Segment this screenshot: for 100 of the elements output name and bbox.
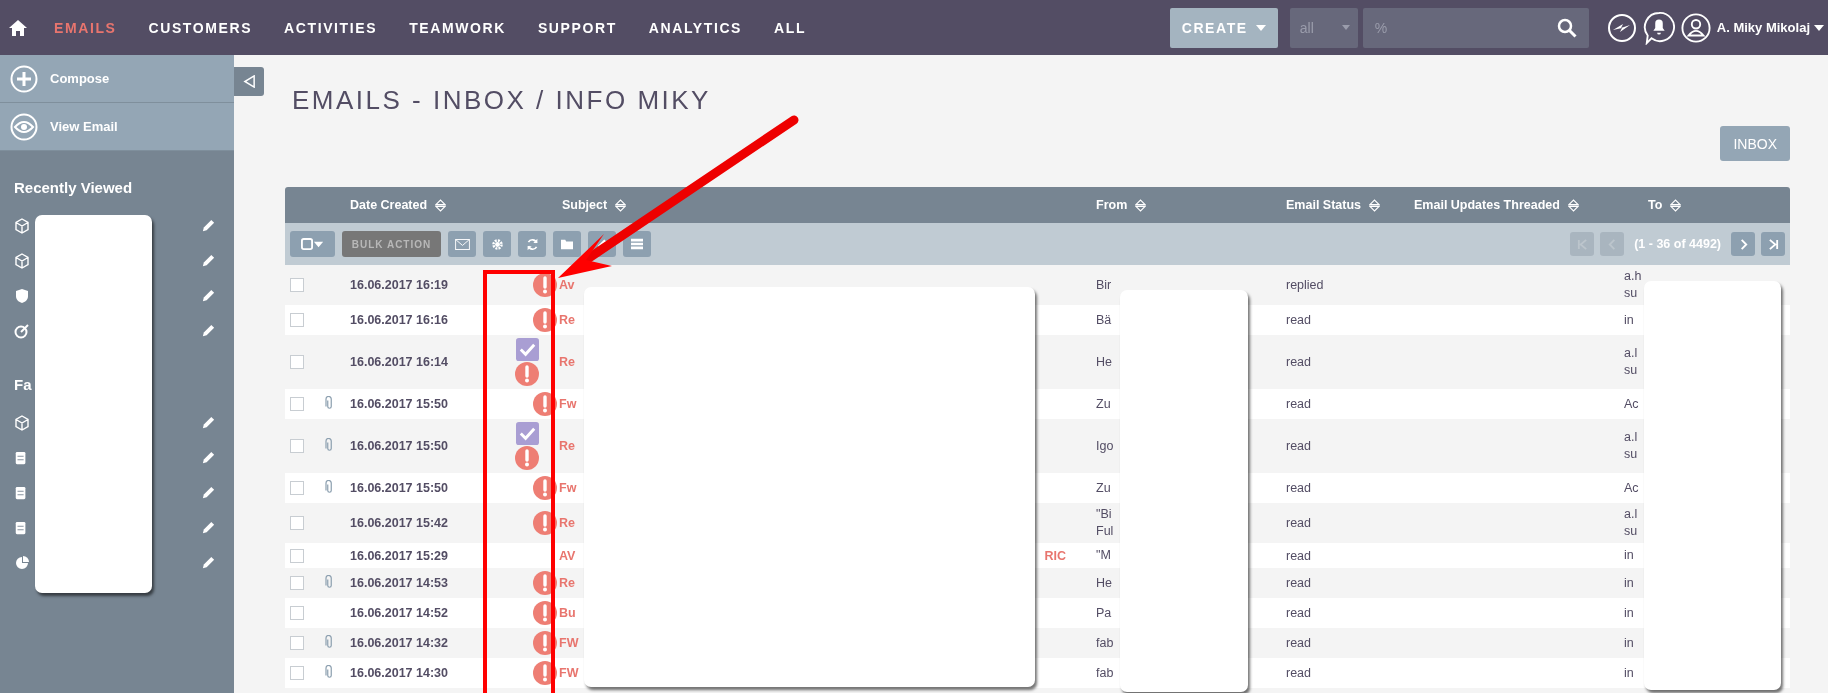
- pencil-icon[interactable]: [201, 415, 216, 430]
- nav-tab[interactable]: SUPPORT: [521, 19, 633, 36]
- refresh-button[interactable]: [518, 231, 546, 257]
- row-checkbox[interactable]: [290, 355, 304, 369]
- last-page-button[interactable]: [1761, 232, 1785, 256]
- pencil-icon[interactable]: [201, 555, 216, 570]
- nav-tab[interactable]: TEAMWORK: [393, 19, 522, 36]
- row-checkbox[interactable]: [290, 666, 304, 680]
- table-cell-text: in: [1624, 664, 1635, 682]
- subject-link[interactable]: Av: [559, 278, 575, 292]
- nav-tab[interactable]: ANALYTICS: [632, 19, 759, 36]
- document-icon: [14, 484, 28, 501]
- select-all-dropdown[interactable]: [290, 231, 335, 257]
- table-cell-text: in: [1624, 574, 1635, 592]
- row-checkbox[interactable]: [290, 576, 304, 590]
- table-cell-text: Bir: [1096, 276, 1113, 294]
- last-page-icon: [1767, 238, 1779, 250]
- nav-tab[interactable]: EMAILS: [38, 19, 133, 36]
- subject-link[interactable]: Re: [559, 439, 575, 453]
- table-cell-text: read: [1286, 606, 1313, 620]
- subject-link[interactable]: AV: [559, 548, 576, 563]
- table-cell-text: He: [1096, 353, 1113, 371]
- inbox-button[interactable]: INBOX: [1720, 126, 1790, 161]
- sort-icon[interactable]: [1567, 198, 1579, 212]
- sort-icon[interactable]: [1369, 198, 1381, 212]
- collapse-sidebar-button[interactable]: [234, 67, 264, 96]
- subject-link[interactable]: Re: [559, 516, 575, 530]
- search-field[interactable]: %: [1362, 7, 1589, 48]
- subject-link[interactable]: Re: [559, 355, 575, 369]
- pencil-icon[interactable]: [201, 218, 216, 233]
- sort-icon[interactable]: [435, 198, 447, 212]
- pencil-icon[interactable]: [201, 323, 216, 338]
- table-cell-text: read: [1286, 516, 1313, 530]
- table-cell-text: Ac: [1624, 395, 1640, 413]
- table-cell-text: Zu: [1096, 479, 1112, 497]
- folder-button[interactable]: [553, 231, 581, 257]
- subject-link[interactable]: Fw: [559, 481, 577, 495]
- pencil-icon[interactable]: [201, 450, 216, 465]
- column-header[interactable]: Email Status: [1286, 198, 1362, 212]
- column-header[interactable]: Subject: [562, 198, 608, 212]
- table-cell-text: in: [1624, 604, 1635, 622]
- create-button[interactable]: CREATE: [1169, 7, 1278, 48]
- column-header[interactable]: Email Updates Threaded: [1414, 198, 1560, 212]
- nav-tab[interactable]: CUSTOMERS: [132, 19, 269, 36]
- sort-icon[interactable]: [1135, 198, 1147, 212]
- row-checkbox[interactable]: [290, 606, 304, 620]
- sort-icon[interactable]: [1670, 198, 1682, 212]
- column-header[interactable]: To: [1648, 198, 1663, 212]
- pencil-icon[interactable]: [201, 485, 216, 500]
- folder-icon: [560, 238, 574, 250]
- nav-tab[interactable]: ACTIVITIES: [268, 19, 394, 36]
- table-cell-text: "Bi Ful: [1096, 506, 1115, 540]
- envelope-icon: [454, 238, 470, 250]
- bulk-action-button[interactable]: BULK ACTION: [342, 231, 441, 257]
- subject-link[interactable]: Re: [559, 576, 575, 590]
- pencil-icon[interactable]: [201, 288, 216, 303]
- row-checkbox[interactable]: [290, 516, 304, 530]
- envelope-button[interactable]: [448, 231, 476, 257]
- search-icon[interactable]: [1556, 17, 1577, 38]
- table-cell-text: read: [1286, 576, 1313, 590]
- pencil-icon[interactable]: [201, 520, 216, 535]
- table-cell-text: 16.06.2017 15:42: [350, 516, 449, 530]
- subject-link[interactable]: FW: [559, 666, 579, 680]
- columns-button[interactable]: [623, 231, 651, 257]
- row-checkbox[interactable]: [290, 548, 304, 563]
- row-checkbox[interactable]: [290, 278, 304, 292]
- lightning-icon[interactable]: [1606, 12, 1637, 43]
- row-checkbox[interactable]: [290, 397, 304, 411]
- sidebar-action[interactable]: Compose: [0, 55, 234, 103]
- cube-icon: [14, 414, 30, 431]
- subject-link[interactable]: RIC: [1044, 548, 1066, 563]
- row-checkbox[interactable]: [290, 636, 304, 650]
- sidebar-action[interactable]: View Email: [0, 103, 234, 151]
- subject-link[interactable]: Fw: [559, 397, 577, 411]
- column-header[interactable]: From: [1096, 198, 1128, 212]
- page-title: EMAILS - INBOX / INFO MIKY: [292, 85, 712, 116]
- subject-link[interactable]: Bu: [559, 606, 576, 620]
- table-cell-text: 16.06.2017 14:52: [350, 606, 449, 620]
- notification-bell-icon[interactable]: [1642, 10, 1675, 45]
- refresh-icon: [525, 237, 539, 251]
- pencil-icon[interactable]: [201, 253, 216, 268]
- gear-icon: [490, 237, 504, 251]
- settings-button[interactable]: [483, 231, 511, 257]
- subject-link[interactable]: FW: [559, 636, 579, 650]
- cube-icon: [14, 252, 30, 269]
- user-avatar-icon[interactable]: [1680, 12, 1711, 43]
- row-checkbox[interactable]: [290, 313, 304, 327]
- sort-icon[interactable]: [615, 198, 627, 212]
- table-cell-text: Pa: [1096, 604, 1113, 622]
- nav-tab[interactable]: ALL: [758, 19, 823, 36]
- triangle-left-icon: [242, 75, 256, 88]
- user-menu[interactable]: A. Miky Mikolaj: [1716, 20, 1824, 35]
- table-cell-text: 16.06.2017 14:32: [350, 636, 449, 650]
- subject-link[interactable]: Re: [559, 313, 575, 327]
- next-page-button[interactable]: [1731, 232, 1755, 256]
- home-icon[interactable]: [8, 17, 28, 38]
- table-cell-text: read: [1286, 636, 1313, 650]
- row-checkbox[interactable]: [290, 439, 304, 453]
- row-checkbox[interactable]: [290, 481, 304, 495]
- column-header[interactable]: Date Created: [350, 198, 428, 212]
